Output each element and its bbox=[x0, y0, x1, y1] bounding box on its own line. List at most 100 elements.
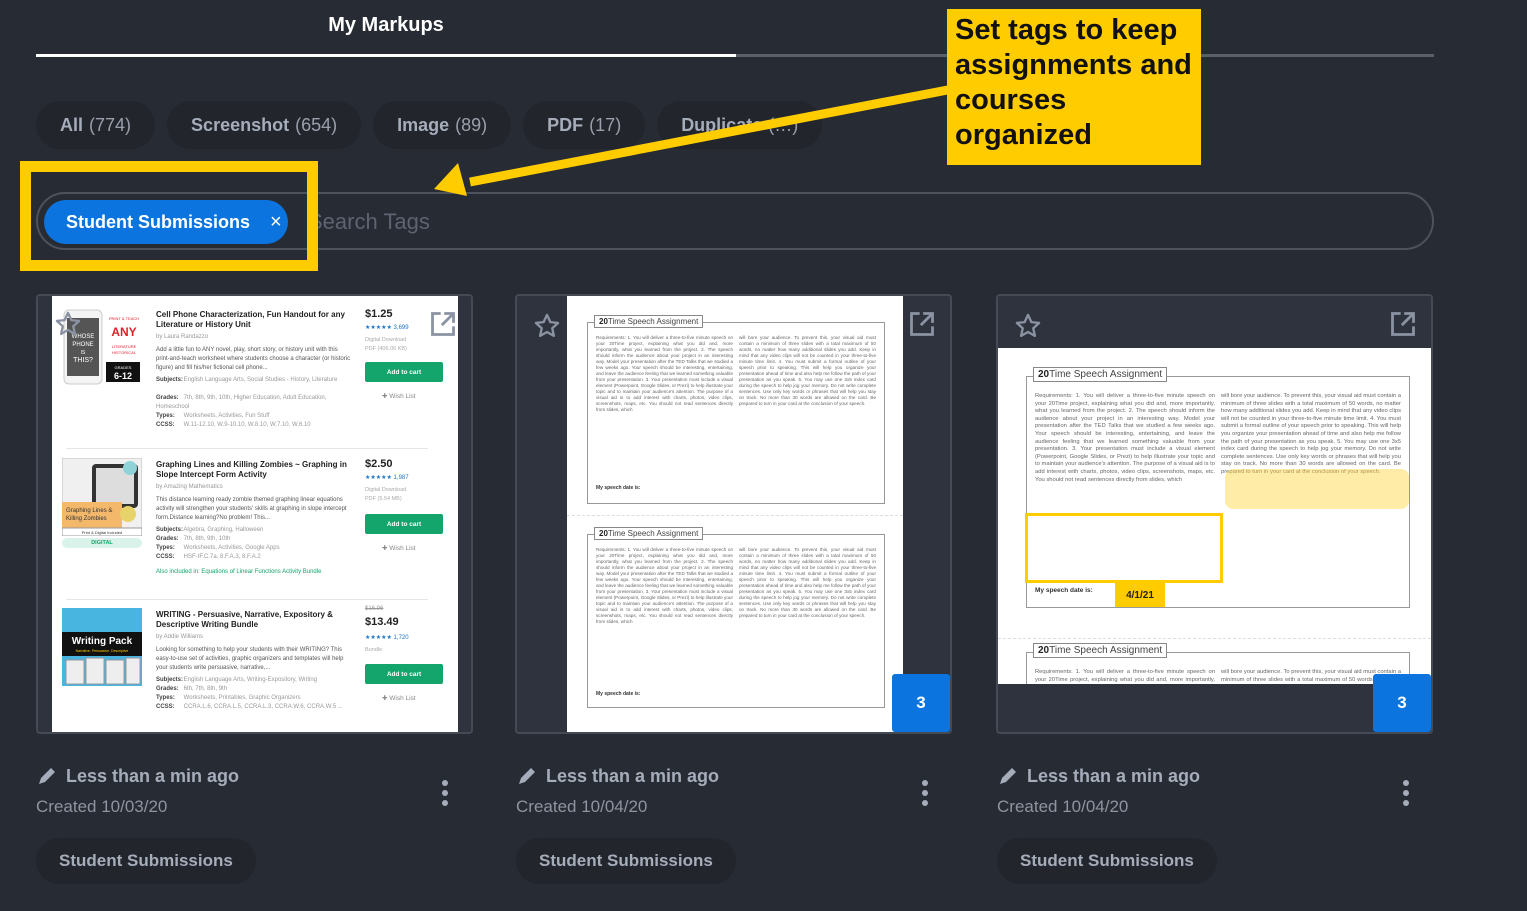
filter-count: (774) bbox=[89, 114, 132, 135]
created-date: Created 10/04/20 bbox=[997, 797, 1129, 816]
listing-description: Add a little fun to ANY novel, play, sho… bbox=[156, 347, 351, 371]
title-rest: Time Speech Assignment bbox=[1049, 645, 1163, 656]
speech-date-label: My speech date is: bbox=[596, 691, 641, 697]
speech-date-label: My speech date is: bbox=[596, 485, 641, 491]
tab-my-markups[interactable]: My Markups bbox=[36, 14, 736, 37]
open-external-icon[interactable] bbox=[908, 310, 936, 338]
open-external-icon[interactable] bbox=[1389, 310, 1417, 338]
tab-bar: My Markups bbox=[36, 0, 1434, 58]
listing-ccss: CCSS: HSF-IF.C.7a, 8.F.A.3, 8.F.A.2 bbox=[156, 554, 261, 560]
highlighter-annotation bbox=[1225, 469, 1409, 509]
listing-divider bbox=[66, 448, 428, 449]
listing-title[interactable]: Graphing Lines and Killing Zombies ~ Gra… bbox=[156, 460, 351, 480]
more-options-icon[interactable] bbox=[919, 778, 931, 808]
ccss-value: HSF-IF.C.7a, 8.F.A.3, 8.F.A.2 bbox=[183, 554, 261, 560]
svg-text:PRINT & TEACH: PRINT & TEACH bbox=[109, 316, 139, 321]
column-left: Requirements: 1. You will deliver a thre… bbox=[596, 335, 733, 412]
listing-format: Digital Download bbox=[365, 337, 407, 343]
pencil-icon bbox=[1000, 767, 1016, 784]
svg-text:6-12: 6-12 bbox=[114, 371, 132, 381]
listing-title[interactable]: WRITING - Persuasive, Narrative, Exposit… bbox=[156, 610, 351, 630]
open-external-icon[interactable] bbox=[429, 310, 457, 338]
highlight-box-annotation bbox=[20, 161, 318, 271]
svg-text:Writing Pack: Writing Pack bbox=[72, 636, 133, 647]
listing-subjects: Subjects: English Language Arts, Writing… bbox=[156, 677, 318, 683]
listing-title[interactable]: Cell Phone Characterization, Fun Handout… bbox=[156, 310, 351, 330]
wish-list-link[interactable]: ✚ Wish List bbox=[382, 392, 416, 400]
page-count-badge: 3 bbox=[1373, 674, 1431, 732]
listing-description: Looking for something to help your stude… bbox=[156, 647, 344, 671]
edited-text: Less than a min ago bbox=[1027, 766, 1201, 786]
assignment-title: 20Time Speech Assignment bbox=[1033, 643, 1168, 658]
grades-value: 7th, 8th, 9th, 10th bbox=[183, 536, 231, 542]
wish-list-link[interactable]: ✚ Wish List bbox=[382, 694, 416, 702]
title-bold: 20 bbox=[599, 529, 608, 538]
markup-thumbnail[interactable]: 20Time Speech Assignment Requirements: 1… bbox=[567, 296, 903, 732]
add-to-cart-button[interactable]: Add to cart bbox=[365, 362, 443, 382]
filter-count: (89) bbox=[455, 114, 488, 135]
listing-old-price: $16.96 bbox=[365, 606, 384, 612]
column-right: will bore your audience. To prevent this… bbox=[739, 547, 876, 618]
types-value: Worksheets, Activities, Google Apps bbox=[183, 545, 280, 551]
filter-count: (654) bbox=[295, 114, 338, 135]
product-thumbnail-zombies: Graphing Lines & Killing Zombies Print &… bbox=[62, 458, 142, 536]
svg-text:Graphing Lines &: Graphing Lines & bbox=[66, 508, 112, 514]
listing-subjects: Subjects: English Language Arts, Social … bbox=[156, 377, 338, 383]
listing-ccss: CCSS: W.11-12.10, W.9-10.10, W.8.10, W.7… bbox=[156, 422, 311, 428]
filter-all[interactable]: All (774) bbox=[36, 101, 156, 149]
subjects-value: English Language Arts, Writing-Expositor… bbox=[183, 677, 318, 683]
assignment-page: 20Time Speech Assignment Requirements: 1… bbox=[587, 315, 885, 504]
markup-thumbnail[interactable]: WHOSE PHONE IS THIS? PRINT & TEACH ANY L… bbox=[52, 296, 458, 732]
listing-rating: ★★★★★ 1,720 bbox=[365, 635, 409, 641]
assignment-title: 20Time Speech Assignment bbox=[1033, 367, 1168, 382]
star-icon[interactable] bbox=[1014, 312, 1042, 340]
wish-list-link[interactable]: ✚ Wish List bbox=[382, 544, 416, 552]
ccss-value: CCRA.L.6, CCRA.L.5, CCRA.L.3, CCRA.W.6, … bbox=[183, 704, 343, 710]
filter-label: PDF bbox=[547, 114, 584, 135]
markup-card[interactable]: 20Time Speech Assignment Requirements: 1… bbox=[515, 294, 952, 734]
listing-format: Digital Download bbox=[365, 487, 407, 493]
callout-annotation: Set tags to keep assignments and courses… bbox=[947, 9, 1201, 165]
star-icon[interactable] bbox=[54, 310, 82, 338]
listing-author: by Amazing Mathematics bbox=[156, 484, 223, 490]
last-edited: Less than a min ago bbox=[997, 766, 1200, 787]
add-to-cart-button[interactable]: Add to cart bbox=[365, 664, 443, 684]
card-tag-chip[interactable]: Student Submissions bbox=[36, 838, 256, 884]
grades-value: 6th, 7th, 8th, 9th bbox=[183, 686, 228, 692]
markup-card[interactable]: 20Time Speech Assignment Requirements: 1… bbox=[996, 294, 1433, 734]
card-tag-chip[interactable]: Student Submissions bbox=[516, 838, 736, 884]
filter-duplicate[interactable]: Duplicate (…) bbox=[657, 101, 823, 149]
edited-text: Less than a min ago bbox=[546, 766, 720, 786]
search-tags-input[interactable] bbox=[308, 204, 1408, 240]
listing-file: PDF (5.54 MB) bbox=[365, 496, 402, 502]
filter-label: Duplicate bbox=[681, 114, 763, 135]
assignment-text: Requirements: 1. You will deliver a thre… bbox=[1035, 669, 1401, 684]
type-filters: All (774) Screenshot (654) Image (89) PDF (1… bbox=[36, 101, 823, 149]
assignment-page: 20Time Speech Assignment Requirements: 1… bbox=[1025, 367, 1410, 608]
svg-text:GRADES: GRADES bbox=[115, 365, 132, 370]
listing-rating: ★★★★★ 3,699 bbox=[365, 325, 409, 331]
filter-pdf[interactable]: PDF (17) bbox=[523, 101, 646, 149]
markup-card[interactable]: WHOSE PHONE IS THIS? PRINT & TEACH ANY L… bbox=[36, 294, 473, 734]
star-icon[interactable] bbox=[533, 312, 561, 340]
listing-rating: ★★★★★ 1,987 bbox=[365, 475, 409, 481]
tab-active-indicator bbox=[36, 54, 736, 57]
svg-text:Killing Zombies: Killing Zombies bbox=[66, 516, 107, 522]
types-value: Worksheets, Printables, Graphic Organize… bbox=[183, 695, 301, 701]
title-bold: 20 bbox=[1038, 369, 1050, 380]
also-included-link[interactable]: Also included in: Equations of Linear Fu… bbox=[156, 568, 416, 577]
title-bold: 20 bbox=[1038, 645, 1050, 656]
svg-text:Narrative, Persuasive, Descrip: Narrative, Persuasive, Descriptive bbox=[76, 649, 129, 653]
title-rest: Time Speech Assignment bbox=[1049, 369, 1163, 380]
more-options-icon[interactable] bbox=[1400, 778, 1412, 808]
more-options-icon[interactable] bbox=[439, 778, 451, 808]
last-edited: Less than a min ago bbox=[516, 766, 719, 787]
product-thumbnail-writing: Writing Pack Narrative, Persuasive, Desc… bbox=[62, 608, 142, 686]
filter-image[interactable]: Image (89) bbox=[373, 101, 512, 149]
filter-screenshot[interactable]: Screenshot (654) bbox=[167, 101, 362, 149]
add-to-cart-button[interactable]: Add to cart bbox=[365, 514, 443, 534]
markup-thumbnail[interactable]: 20Time Speech Assignment Requirements: 1… bbox=[998, 348, 1431, 684]
svg-text:HISTORICAL: HISTORICAL bbox=[112, 350, 137, 355]
card-tag-chip[interactable]: Student Submissions bbox=[997, 838, 1217, 884]
page-break bbox=[567, 515, 903, 516]
